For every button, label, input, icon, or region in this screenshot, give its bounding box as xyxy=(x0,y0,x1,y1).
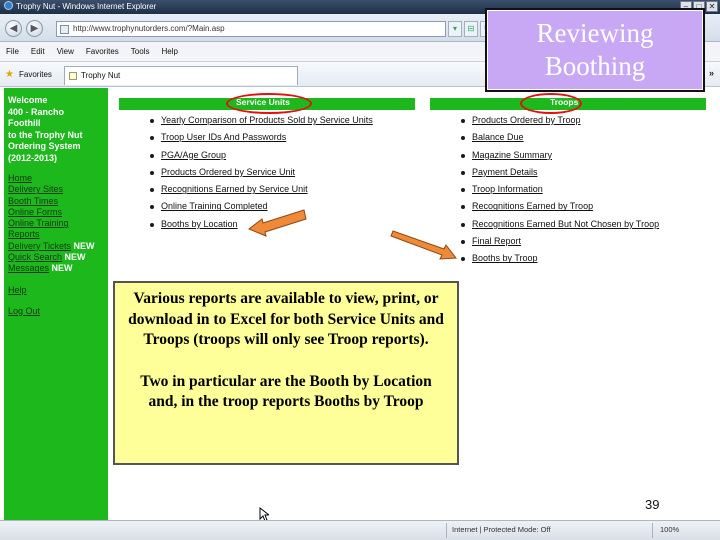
zoom-level[interactable]: 100% xyxy=(660,525,679,534)
slide-title-box: Reviewing Boothing xyxy=(485,8,705,92)
slide-title-line: Boothing xyxy=(544,51,646,81)
arrow-to-booths-by-troop xyxy=(390,230,457,260)
security-zone[interactable]: Internet | Protected Mode: Off xyxy=(452,525,551,534)
slide-title-line: Reviewing xyxy=(536,18,654,48)
slide-page-number: 39 xyxy=(645,497,660,512)
arrow-to-booths-by-location xyxy=(248,209,307,237)
note-paragraph: Two in particular are the Booth by Locat… xyxy=(140,372,432,411)
slide-note-box: Various reports are available to view, p… xyxy=(113,281,459,465)
status-bar: Internet | Protected Mode: Off 100% xyxy=(0,520,720,540)
note-paragraph: Various reports are available to view, p… xyxy=(128,290,444,348)
